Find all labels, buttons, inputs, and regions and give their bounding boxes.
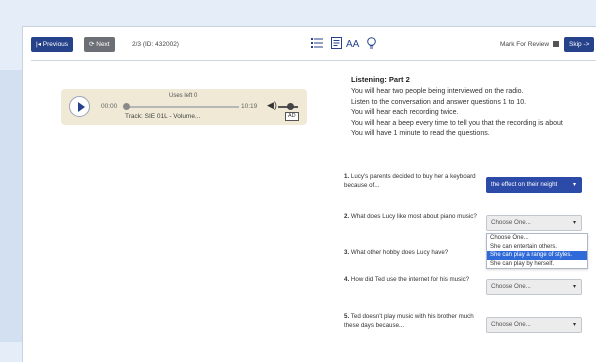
question-number: 5. [344,313,350,320]
dropdown-option-highlighted[interactable]: She can play a range of styles. [487,251,587,260]
answer-select-4[interactable]: Choose One... ▾ [486,279,582,295]
time-elapsed: 00:00 [101,103,118,110]
play-icon[interactable] [69,96,90,117]
question-text: Ted doesn't play music with his brother … [344,313,474,329]
volume-handle[interactable] [287,103,294,110]
question-1: 1. Lucy's parents decided to buy her a k… [344,173,484,190]
track-name: Track: SIE 01L - Volume... [125,113,201,120]
question-text: How did Ted use the internet for his mus… [350,276,470,283]
instruction-line: You will have 1 minute to read the quest… [351,130,490,137]
question-number: 3. [344,249,350,256]
select-value: Choose One... [491,321,531,328]
dropdown-option[interactable]: Choose One... [487,234,587,243]
question-3: 3. What other hobby does Lucy have? [344,249,484,258]
instructions: You will hear two people being interview… [351,87,596,140]
uses-left: Uses left 0 [169,93,198,99]
mark-for-review[interactable]: Mark For Review [500,37,560,52]
next-button[interactable]: ⟳ Next [84,37,115,52]
instruction-line: You will hear two people being interview… [351,88,524,95]
question-text: What other hobby does Lucy have? [350,249,449,256]
question-number: 1. [344,173,350,180]
seek-handle[interactable] [123,103,130,110]
dropdown-menu: Choose One... She can entertain others. … [486,233,588,270]
toolbar: |◂ Previous ⟳ Next 2/3 (ID: 432002) AA M… [31,37,596,53]
list-icon[interactable] [311,37,324,52]
instruction-line: You will hear each recording twice. [351,109,459,116]
chevron-down-icon: ▾ [572,284,576,290]
dropdown-option[interactable]: She can play by herself. [487,260,587,269]
volume-icon[interactable]: ◀) [267,100,277,111]
question-number: 2. [344,213,350,220]
question-counter: 2/3 (ID: 432002) [132,41,179,48]
previous-button[interactable]: |◂ Previous [31,37,74,52]
ad-badge[interactable]: AD [285,112,299,121]
answer-select-1[interactable]: the effect on their neight ▾ [486,177,582,193]
flag-icon [553,41,560,48]
question-text: Lucy's parents decided to buy her a keyb… [344,173,476,189]
select-value: the effect on their neight [491,181,558,188]
lightbulb-icon[interactable] [367,37,376,52]
answer-select-5[interactable]: Choose One... ▾ [486,317,582,333]
skip-button[interactable]: Skip -> [564,37,595,52]
chevron-down-icon: ▾ [572,220,576,226]
instruction-line: Listen to the conversation and answer qu… [351,98,527,106]
instruction-line: You will hear a beep every time to tell … [351,119,563,127]
dropdown-option[interactable]: She can entertain others. [487,243,587,252]
mark-review-label: Mark For Review [500,41,550,48]
notepad-icon[interactable] [331,37,342,52]
select-value: Choose One... [491,219,531,226]
seek-bar[interactable] [124,106,239,108]
answer-select-2[interactable]: Choose One... ▾ [486,215,582,231]
test-window: |◂ Previous ⟳ Next 2/3 (ID: 432002) AA M… [22,26,596,362]
time-total: 10:19 [241,103,258,110]
question-2: 2. What does Lucy like most about piano … [344,213,484,222]
question-number: 4. [344,276,350,283]
audio-player: Uses left 0 00:00 10:19 ◀) Track: SIE 01… [61,89,307,125]
question-5: 5. Ted doesn't play music with his broth… [344,313,484,330]
question-text: What does Lucy like most about piano mus… [350,213,477,220]
question-4: 4. How did Ted use the internet for his … [344,276,484,285]
toolbar-divider [31,60,596,61]
text-size-icon[interactable]: AA [346,37,359,52]
select-value: Choose One... [491,283,531,290]
chevron-down-icon: ▾ [572,322,576,328]
page-title: Listening: Part 2 [351,75,410,84]
chevron-down-icon: ▾ [572,182,576,188]
